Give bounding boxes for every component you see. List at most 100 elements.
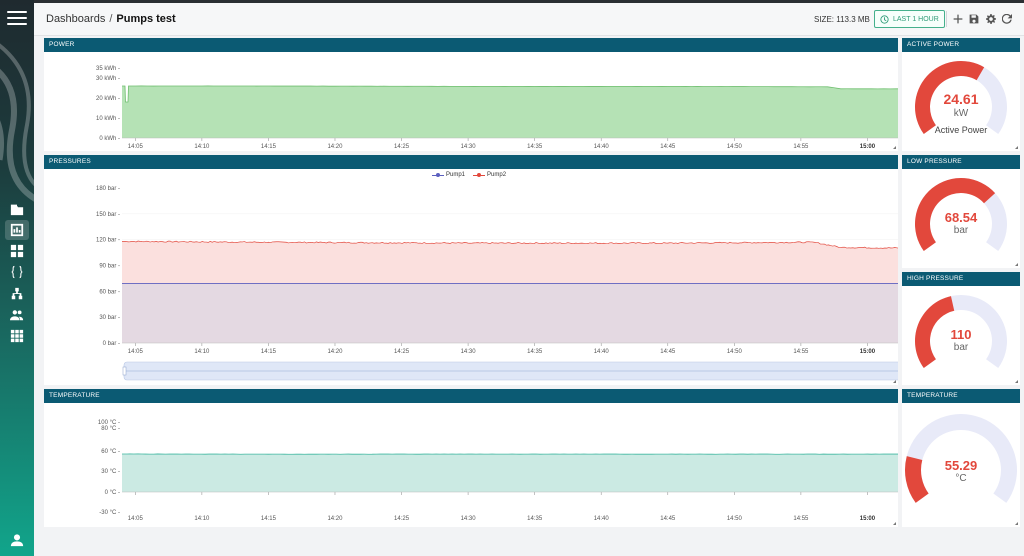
save-icon: [969, 14, 979, 24]
settings-button[interactable]: [985, 13, 997, 25]
navigator-left-handle: [122, 366, 127, 376]
resize-handle[interactable]: [893, 380, 896, 383]
sidebar-item-rules[interactable]: [5, 262, 29, 282]
x-tick-label: 14:45: [660, 144, 676, 150]
sidebar-item-apps[interactable]: [5, 326, 29, 346]
y-tick-label: -30 °C -: [99, 510, 120, 516]
sidebar-item-dashboards[interactable]: [5, 220, 29, 240]
y-tick-label: 150 bar -: [96, 212, 120, 218]
panel-title: POWER: [44, 38, 898, 52]
active-power-panel: ACTIVE POWER 24.61 kW Active Power: [902, 38, 1020, 151]
power-chart: 35 kWh - 30 kWh - 20 kWh - 10 kWh - 0 kWh - 1…: [96, 66, 898, 150]
y-tick-label: 60 bar -: [99, 289, 120, 295]
resize-handle[interactable]: [1015, 522, 1018, 525]
x-tick-label: 14:40: [594, 516, 610, 522]
storage-size-label: SIZE: 113.3 MB: [814, 15, 870, 24]
panel-title: LOW PRESSURE: [902, 155, 1020, 169]
x-tick-label: 14:40: [594, 144, 610, 150]
users-icon: [10, 310, 24, 321]
x-tick-label: 14:50: [727, 349, 743, 355]
page-title: Pumps test: [116, 13, 176, 25]
x-tick-label: 14:55: [793, 144, 809, 150]
gauge-value: 68.54: [944, 210, 978, 225]
resize-handle[interactable]: [893, 522, 896, 525]
y-tick-label: 30 °C -: [101, 469, 120, 475]
x-tick-label: 14:20: [327, 516, 343, 522]
add-widget-button[interactable]: [952, 13, 964, 25]
x-tick-label: 14:15: [261, 144, 277, 150]
x-tick-label: 14:25: [394, 144, 410, 150]
y-tick-label: 30 kWh -: [96, 76, 120, 82]
building-icon: [10, 204, 24, 216]
breadcrumb: Dashboards / Pumps test: [46, 13, 176, 25]
power-panel: POWER 35 kWh - 30 kWh - 20 kWh - 10 kWh - 0 …: [44, 38, 898, 151]
x-tick-label: 14:25: [394, 516, 410, 522]
y-tick-label: 0 °C -: [105, 490, 120, 496]
save-button[interactable]: [968, 13, 980, 25]
x-tick-label: 14:10: [194, 516, 210, 522]
resize-handle[interactable]: [1015, 146, 1018, 149]
sidebar-item-account[interactable]: [5, 530, 29, 550]
resize-handle[interactable]: [1015, 263, 1018, 266]
breadcrumb-separator: /: [109, 13, 113, 25]
x-tick-label: 14:55: [793, 349, 809, 355]
panel-title: PRESSURES: [44, 155, 898, 169]
x-tick-label: 15:00: [860, 349, 876, 355]
x-tick-label: 14:05: [128, 144, 144, 150]
x-tick-label: 14:55: [793, 516, 809, 522]
panel-title: TEMPERATURE: [44, 389, 898, 403]
sidebar-item-hierarchy[interactable]: [5, 284, 29, 304]
hierarchy-icon: [11, 287, 23, 300]
x-tick-label: 14:05: [128, 516, 144, 522]
breadcrumb-dashboards-link[interactable]: Dashboards: [46, 13, 105, 25]
x-tick-label: 14:45: [660, 516, 676, 522]
y-tick-label: 20 kWh -: [96, 96, 120, 102]
user-account-icon: [10, 534, 24, 547]
sidebar-item-users[interactable]: [5, 305, 29, 325]
menu-icon[interactable]: [7, 11, 27, 27]
refresh-button[interactable]: [1001, 13, 1013, 25]
settings-icon: [986, 14, 996, 24]
gauge-value: 110: [950, 327, 972, 342]
x-tick-label: 14:45: [660, 349, 676, 355]
temperature-gauge-panel: TEMPERATURE 55.29 °C: [902, 389, 1020, 527]
apps-grid-icon: [10, 329, 24, 343]
x-tick-label: 14:35: [527, 349, 543, 355]
x-tick-label: 14:10: [194, 349, 210, 355]
dashboard-icon: [10, 223, 24, 237]
x-tick-label: 14:05: [128, 349, 144, 355]
gauge-unit: bar: [953, 225, 969, 236]
resize-handle[interactable]: [1015, 380, 1018, 383]
sidebar-item-devices[interactable]: [5, 241, 29, 261]
add-icon: [953, 14, 963, 24]
low-pressure-panel: LOW PRESSURE 68.54 bar: [902, 155, 1020, 268]
y-tick-label: 0 kWh -: [99, 136, 120, 142]
sidebar: [0, 0, 34, 556]
x-tick-label: 14:30: [461, 516, 477, 522]
x-tick-label: 14:35: [527, 516, 543, 522]
time-range-button[interactable]: LAST 1 HOUR: [874, 10, 945, 28]
x-tick-label: 14:10: [194, 144, 210, 150]
x-tick-label: 14:20: [327, 349, 343, 355]
gauge-value: 55.29: [944, 458, 978, 473]
x-tick-label: 14:35: [527, 144, 543, 150]
resize-handle[interactable]: [893, 146, 896, 149]
x-tick-label: 14:30: [461, 349, 477, 355]
clock-icon: [880, 14, 889, 24]
x-tick-label: 14:30: [461, 144, 477, 150]
sidebar-item-buildings[interactable]: [5, 199, 29, 219]
devices-icon: [10, 244, 24, 258]
x-tick-label: 14:50: [727, 516, 743, 522]
top-bar: Dashboards / Pumps test SIZE: 113.3 MB LAS…: [34, 0, 1024, 36]
app-window: Dashboards / Pumps test SIZE: 113.3 MB LAS…: [0, 0, 1024, 556]
temperature-area: [122, 453, 898, 492]
x-tick-label: 15:00: [860, 516, 876, 522]
y-tick-label: 180 bar -: [96, 186, 120, 192]
high-pressure-panel: HIGH PRESSURE 110 bar: [902, 272, 1020, 385]
y-tick-label: 35 kWh -: [96, 66, 120, 72]
pump1-area: [122, 283, 898, 343]
gauge-value: 24.61: [943, 91, 979, 107]
y-tick-label: 10 kWh -: [96, 116, 120, 122]
refresh-icon: [1002, 14, 1012, 24]
x-tick-label: 15:00: [860, 144, 876, 150]
